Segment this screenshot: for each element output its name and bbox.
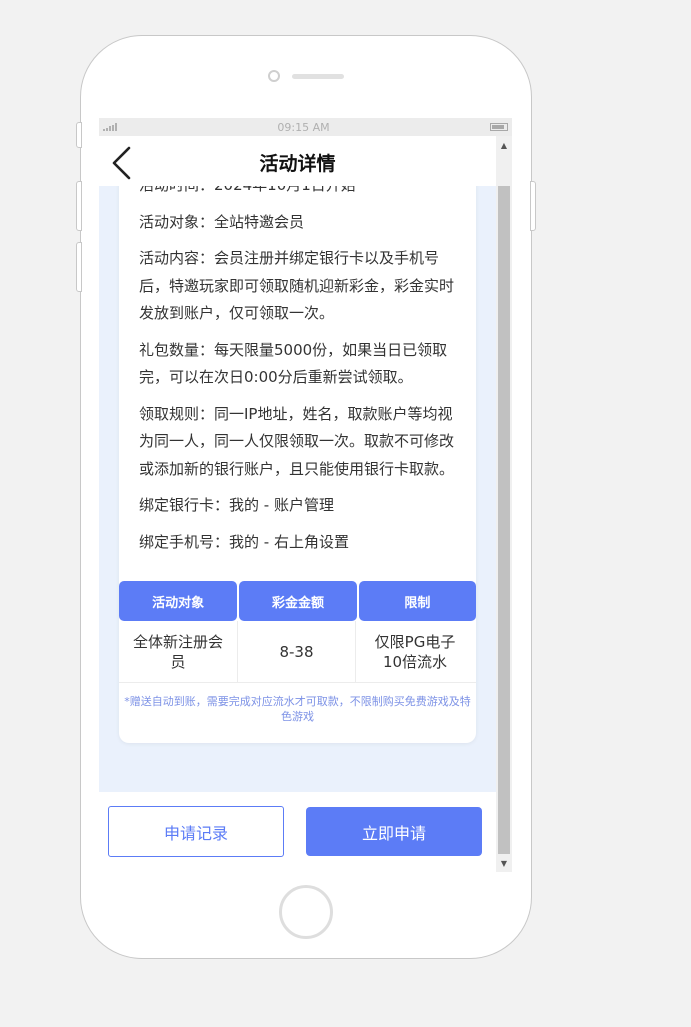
table-header-cell: 彩金金额 (239, 581, 357, 621)
header: 活动详情 (99, 136, 496, 186)
rule-gift-quantity: 礼包数量：每天限量5000份，如果当日已领取完，可以在次日0:00分后重新尝试领… (139, 340, 448, 387)
apply-now-button[interactable]: 立即申请 (306, 807, 482, 856)
rule-activity-target: 活动对象：全站特邀会员 (139, 212, 305, 231)
home-button[interactable] (279, 885, 333, 939)
table-cell: 仅限PG电子10倍流水 (374, 632, 456, 671)
table-cell: 8-38 (238, 621, 356, 682)
rule-bind-phone: 绑定手机号：我的 - 右上角设置 (139, 532, 349, 551)
volume-down-button (76, 242, 82, 292)
speaker-grille (292, 74, 344, 79)
rule-bind-bank-card: 绑定银行卡：我的 - 账户管理 (139, 496, 334, 514)
activity-card: 活动时间：2024年10月1日开始 活动对象：全站特邀会员 活动内容：会员注册并… (119, 186, 476, 743)
apply-records-button[interactable]: 申请记录 (108, 806, 284, 857)
volume-up-button (76, 181, 82, 231)
rule-claim-rules: 领取规则：同一IP地址，姓名，取款账户等均视为同一人，同一人仅限领取一次。取款不… (139, 404, 455, 478)
table-header-cell: 限制 (358, 581, 476, 621)
rule-activity-time: 活动时间：2024年10月1日开始 (139, 186, 456, 200)
power-button (530, 181, 536, 231)
signal-icon (103, 123, 117, 131)
status-bar: 09:15 AM (99, 118, 512, 136)
screen: 活动详情 活动时间：2024年10月1日开始 活动对象：全站特邀会员 活动内容：… (99, 136, 496, 872)
footer-actions: 申请记录 立即申请 (99, 792, 496, 872)
table-cell: 全体新注册会员 (119, 621, 238, 682)
status-time: 09:15 AM (277, 120, 330, 134)
battery-icon (490, 123, 508, 131)
scrollbar[interactable]: ▲ ▼ (496, 136, 512, 872)
scrollbar-thumb[interactable] (498, 186, 510, 854)
scroll-down-arrow-icon[interactable]: ▼ (496, 854, 512, 872)
table-row: 全体新注册会员 8-38 仅限PG电子10倍流水 (119, 621, 476, 683)
table-header: 活动对象 彩金金额 限制 (119, 581, 476, 621)
rules-list: 活动时间：2024年10月1日开始 活动对象：全站特邀会员 活动内容：会员注册并… (119, 186, 476, 556)
camera-icon (268, 70, 280, 82)
scroll-up-arrow-icon[interactable]: ▲ (496, 136, 512, 154)
page-title: 活动详情 (259, 153, 336, 175)
bonus-table: 活动对象 彩金金额 限制 全体新注册会员 8-38 仅限PG电子10倍流水 (119, 581, 476, 683)
bonus-note: *赠送自动到账，需要完成对应流水才可取款，不限制购买免费游戏及特色游戏 (124, 695, 471, 723)
content-area: 活动时间：2024年10月1日开始 活动对象：全站特邀会员 活动内容：会员注册并… (99, 186, 496, 792)
mute-switch (76, 122, 82, 148)
rule-activity-content: 活动内容：会员注册并绑定银行卡以及手机号后，特邀玩家即可领取随机迎新彩金，彩金实… (139, 249, 455, 322)
table-header-cell: 活动对象 (119, 581, 238, 621)
